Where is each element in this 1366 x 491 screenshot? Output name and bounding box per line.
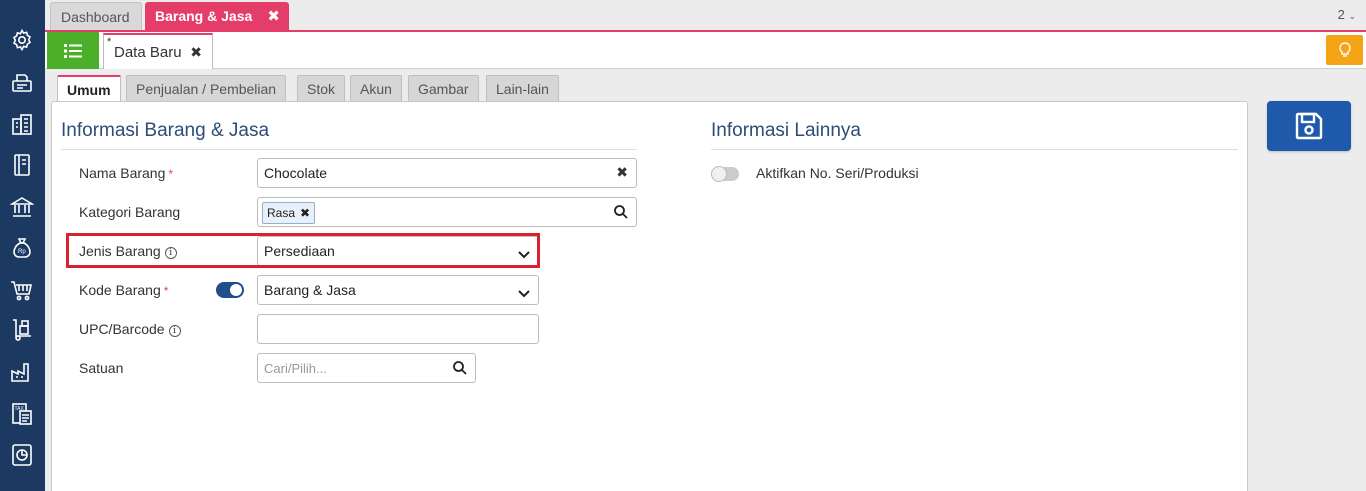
- upc-barcode-input[interactable]: [257, 314, 539, 344]
- factory-icon[interactable]: [10, 360, 34, 384]
- satuan-placeholder: Cari/Pilih...: [264, 361, 327, 376]
- gear-icon[interactable]: [10, 28, 34, 52]
- unsaved-marker: *: [107, 36, 112, 48]
- section-title-informasi-barang: Informasi Barang & Jasa: [61, 120, 270, 141]
- tab-dashboard[interactable]: Dashboard: [50, 2, 142, 31]
- bank-icon[interactable]: [10, 195, 34, 219]
- document-tab-bar: * Data Baru ✖: [45, 32, 1366, 69]
- required-marker: *: [163, 284, 169, 298]
- close-tab-icon[interactable]: ✖: [267, 2, 280, 31]
- category-chip: Rasa ✖: [262, 202, 316, 224]
- list-view-button[interactable]: [47, 32, 99, 69]
- kode-barang-value: Barang & Jasa: [264, 282, 356, 298]
- chevron-down-icon: ⌄: [1348, 11, 1356, 21]
- kode-barang-select[interactable]: Barang & Jasa: [257, 275, 539, 305]
- tab-data-baru[interactable]: * Data Baru ✖: [103, 33, 213, 69]
- highlight-box: [66, 233, 540, 268]
- save-button[interactable]: [1267, 101, 1351, 151]
- kategori-barang-label: Kategori Barang: [79, 204, 181, 220]
- kategori-barang-input[interactable]: Rasa ✖: [257, 197, 637, 227]
- svg-text:Rp: Rp: [18, 249, 26, 255]
- tab-overflow-dropdown[interactable]: 2 ⌄: [1338, 7, 1356, 22]
- tab-count: 2: [1337, 7, 1345, 22]
- notebook-icon[interactable]: [10, 153, 34, 177]
- upc-barcode-label-text: UPC/Barcode: [79, 321, 165, 337]
- required-marker: *: [168, 167, 174, 181]
- serial-number-toggle[interactable]: [711, 166, 739, 182]
- tips-button[interactable]: [1326, 35, 1363, 65]
- tab-barang-jasa[interactable]: Barang & Jasa ✖: [145, 2, 289, 31]
- search-icon[interactable]: [453, 361, 467, 378]
- serial-number-label: Aktifkan No. Seri/Produksi: [756, 165, 919, 181]
- buildings-icon[interactable]: [10, 113, 34, 137]
- satuan-input[interactable]: Cari/Pilih...: [257, 353, 476, 383]
- cart-icon[interactable]: [10, 279, 34, 303]
- kode-barang-auto-toggle[interactable]: [216, 282, 244, 298]
- lightbulb-icon: [1338, 42, 1351, 57]
- section-title-informasi-lainnya: Informasi Lainnya: [711, 120, 861, 141]
- tab-data-baru-label: Data Baru: [114, 44, 182, 61]
- top-tab-bar: Dashboard Barang & Jasa ✖ 2 ⌄: [45, 0, 1366, 31]
- tab-barang-jasa-label: Barang & Jasa: [155, 8, 253, 24]
- tab-penjualan-pembelian[interactable]: Penjualan / Pembelian: [126, 75, 287, 102]
- tab-akun[interactable]: Akun: [350, 75, 402, 102]
- clear-icon[interactable]: ✖: [616, 164, 628, 181]
- fax-icon[interactable]: [10, 71, 34, 95]
- close-icon[interactable]: ✖: [190, 44, 202, 61]
- divider: [711, 149, 1238, 150]
- tab-gambar[interactable]: Gambar: [408, 75, 479, 102]
- divider: [61, 149, 637, 150]
- info-icon[interactable]: i: [168, 325, 181, 337]
- tab-umum[interactable]: Umum: [57, 75, 121, 103]
- tax-icon[interactable]: TAX: [10, 402, 34, 426]
- category-chip-label: Rasa: [267, 206, 296, 220]
- nama-barang-label-text: Nama Barang: [79, 165, 166, 181]
- satuan-label: Satuan: [79, 360, 124, 376]
- nama-barang-label: Nama Barang *: [79, 165, 173, 181]
- kode-barang-label-text: Kode Barang: [79, 282, 161, 298]
- sidebar: Rp TAX: [0, 0, 45, 491]
- save-icon: [1295, 112, 1323, 140]
- search-icon[interactable]: [614, 205, 628, 222]
- tab-stok[interactable]: Stok: [297, 75, 346, 102]
- upc-barcode-label: UPC/Barcode i: [79, 321, 181, 337]
- kode-barang-label: Kode Barang *: [79, 282, 168, 298]
- svg-text:TAX: TAX: [15, 406, 25, 412]
- list-icon: [64, 43, 82, 58]
- hand-truck-icon[interactable]: [10, 318, 34, 342]
- nama-barang-value: Chocolate: [264, 165, 328, 181]
- moneybag-icon[interactable]: Rp: [10, 236, 34, 260]
- report-icon[interactable]: [10, 443, 34, 467]
- tab-dashboard-label: Dashboard: [61, 9, 130, 25]
- chevron-down-icon: [518, 285, 530, 301]
- remove-chip-icon[interactable]: ✖: [300, 206, 310, 220]
- tab-lain-lain[interactable]: Lain-lain: [486, 75, 559, 102]
- nama-barang-input[interactable]: Chocolate ✖: [257, 158, 637, 188]
